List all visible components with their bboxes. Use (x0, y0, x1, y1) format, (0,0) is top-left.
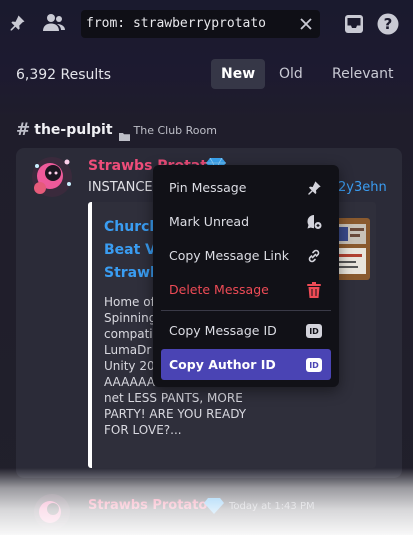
embed-description-line: net LESS PANTS, MORE (104, 391, 243, 405)
avatar[interactable] (30, 492, 74, 532)
category-name: The Club Room (133, 123, 217, 137)
link-icon (305, 247, 323, 265)
embed-description-line: PARTY! ARE YOU READY (104, 407, 247, 421)
embed-description-line: FOR LOVE?... (104, 423, 182, 437)
menu-item-label: Copy Message Link (169, 248, 290, 263)
id-badge: ID (306, 324, 322, 338)
menu-item-copy-message-id[interactable]: Copy Message ID ID (161, 315, 331, 346)
trash-icon (305, 281, 323, 299)
folder-icon (118, 126, 130, 141)
toolbar: from: strawberryprotato ? (0, 0, 413, 48)
menu-item-copy-message-link[interactable]: Copy Message Link (161, 240, 331, 271)
sort-relevant-tab[interactable]: Relevant (322, 59, 403, 89)
menu-item-copy-author-id[interactable]: Copy Author ID ID (161, 349, 331, 380)
sort-old-tab[interactable]: Old (269, 59, 313, 89)
message-author[interactable]: Strawbs Protato (88, 498, 207, 513)
menu-item-delete-message[interactable]: Delete Message (161, 274, 331, 305)
mark-unread-icon (305, 213, 323, 231)
next-search-result[interactable]: Strawbs Protato Today at 1:43 PM (0, 488, 413, 535)
hash-icon: # (16, 120, 31, 140)
message-link[interactable]: 2y3ehn (338, 180, 387, 195)
menu-item-label: Pin Message (169, 180, 247, 195)
diamond-badge-icon (204, 498, 224, 514)
embed-title-line[interactable]: Church (104, 219, 159, 235)
embed-description-line: compati (104, 327, 153, 341)
embed-description-line: Spinning (104, 311, 157, 325)
id-icon: ID (305, 356, 323, 374)
embed-description-line: LumaDr (104, 343, 152, 357)
pin-icon (305, 179, 323, 197)
search-bar[interactable]: from: strawberryprotato (81, 10, 320, 38)
avatar[interactable] (28, 154, 76, 200)
search-results-panel: from: strawberryprotato ? 6,392 Results … (0, 0, 413, 535)
embed-description-line: Unity 20 (104, 359, 155, 373)
embed-title-line[interactable]: Strawb (104, 265, 160, 281)
menu-item-label: Mark Unread (169, 214, 250, 229)
menu-item-label: Copy Message ID (169, 323, 277, 338)
results-count: 6,392 Results (16, 67, 112, 83)
search-input[interactable]: from: strawberryprotato (86, 16, 266, 31)
embed-description-line: Home of (104, 295, 155, 309)
sort-new-tab[interactable]: New (211, 59, 266, 89)
id-badge: ID (306, 358, 322, 372)
channel-header[interactable]: # the-pulpit The Club Room (16, 120, 217, 141)
menu-item-label: Delete Message (169, 282, 269, 297)
menu-item-mark-unread[interactable]: Mark Unread (161, 206, 331, 237)
menu-item-pin-message[interactable]: Pin Message (161, 172, 331, 203)
help-icon[interactable]: ? (376, 12, 400, 36)
message-text (88, 518, 92, 532)
members-icon[interactable] (41, 12, 67, 34)
results-header: 6,392 Results New Old Relevant (0, 56, 413, 94)
svg-text:?: ? (384, 15, 393, 33)
channel-name[interactable]: the-pulpit (34, 122, 112, 138)
menu-item-label: Copy Author ID (169, 357, 276, 372)
menu-separator (161, 310, 331, 311)
pin-icon[interactable] (6, 12, 28, 34)
inbox-icon[interactable] (342, 12, 366, 36)
id-icon: ID (305, 322, 323, 340)
message-text: INSTANCE (88, 180, 153, 195)
clear-search-icon[interactable] (299, 17, 313, 31)
message-timestamp: Today at 1:43 PM (229, 501, 315, 512)
message-context-menu: Pin Message Mark Unread Copy Message Lin… (153, 165, 339, 387)
